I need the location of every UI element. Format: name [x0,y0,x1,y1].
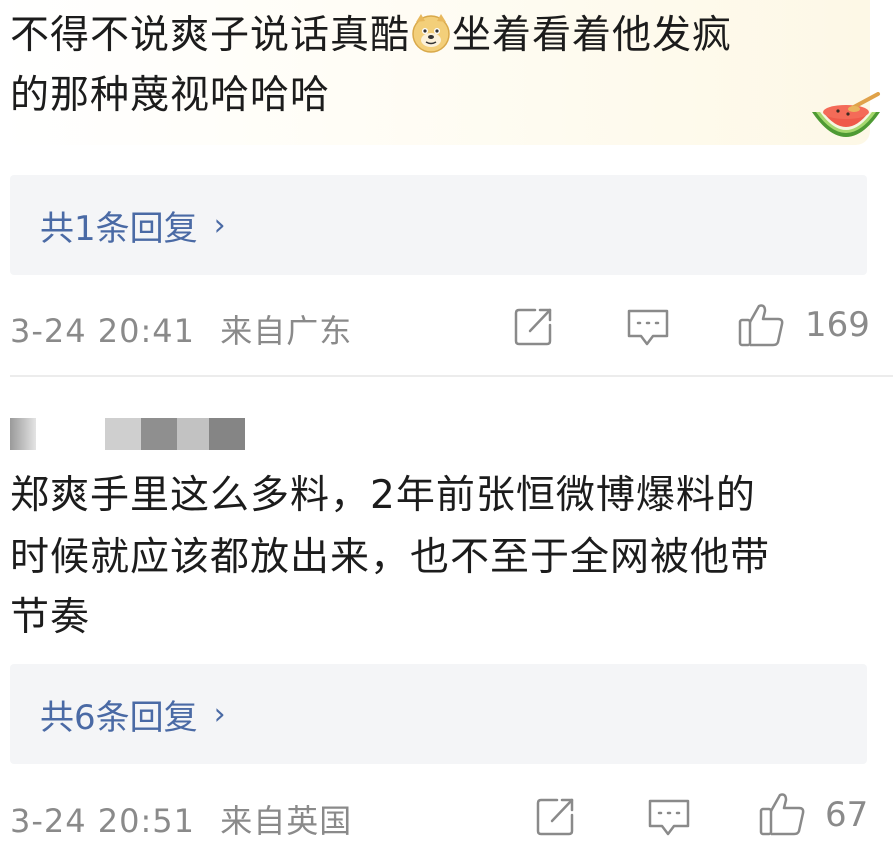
comment-divider [10,375,893,377]
comment-2-text-line-1: 郑爽手里这么多料，2年前张恒微博爆料的 [10,473,756,518]
location: 来自广东 [220,312,353,350]
timestamp: 3-24 20:41 [10,312,196,350]
share-icon[interactable] [535,795,577,841]
share-icon[interactable] [513,305,555,351]
location: 来自英国 [220,802,353,840]
view-replies-label: 共1条回复 [40,209,198,249]
like-count: 169 [805,305,870,345]
view-replies-link[interactable]: 共6条回复 › [40,690,226,739]
avatar-blur [10,418,36,450]
comment-icon[interactable] [625,308,671,352]
like-thumb-icon[interactable] [758,791,806,841]
like-thumb-icon[interactable] [737,302,785,352]
comment-2-meta: 3-24 20:51 来自英国 [10,796,352,842]
like-count: 67 [825,795,869,835]
username-blur-segment [177,418,209,450]
comment-1-text-line-1: 不得不说爽子说话真酷 坐着看着他发疯 [10,6,732,66]
timestamp: 3-24 20:51 [10,802,196,840]
comment-2-text-line-3: 节奏 [10,595,91,640]
reply-box-1: 共1条回复 › [10,175,867,275]
username-blur-segment [105,418,141,450]
comment-1-meta: 3-24 20:41 来自广东 [10,306,352,352]
doge-emoji-icon [410,12,452,54]
view-replies-link[interactable]: 共1条回复 › [40,201,226,250]
comment-1-text-before-emoji: 不得不说爽子说话真酷 [10,13,411,58]
username-blur-segment [209,418,245,450]
comment-1-text-after-emoji: 坐着看着他发疯 [452,13,733,58]
chevron-right-icon: › [213,697,226,732]
watermelon-icon [808,92,884,154]
chevron-right-icon: › [213,208,226,243]
comment-1-text-line-2: 的那种蔑视哈哈哈 [10,73,331,118]
comment-icon[interactable] [646,798,692,842]
reply-box-2: 共6条回复 › [10,664,867,764]
username-blur-segment [141,418,177,450]
view-replies-label: 共6条回复 [40,698,198,738]
comment-2-text-line-2: 时候就应该都放出来，也不至于全网被他带 [10,535,771,580]
